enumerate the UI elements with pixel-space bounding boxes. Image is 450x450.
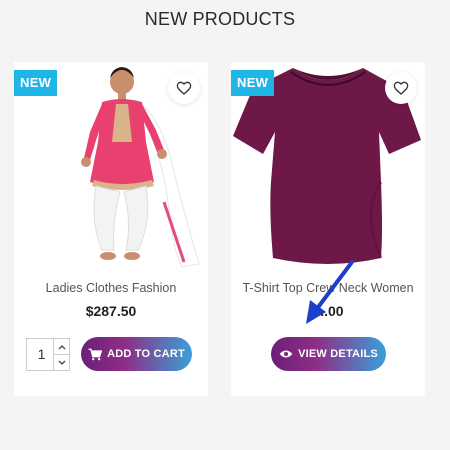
shopping-cart-icon <box>88 348 103 360</box>
add-to-cart-label: ADD TO CART <box>107 348 185 360</box>
view-details-button[interactable]: VIEW DETAILS <box>271 337 386 371</box>
heart-icon <box>176 81 192 95</box>
wishlist-button[interactable] <box>168 72 200 104</box>
new-badge: NEW <box>231 70 275 96</box>
add-to-cart-button[interactable]: ADD TO CART <box>81 337 192 371</box>
product-price: $287.50 <box>85 303 137 319</box>
section-title: NEW PRODUCTS <box>144 9 296 29</box>
quantity-increase-button[interactable] <box>53 339 69 355</box>
pointer-arrow-icon <box>306 260 354 324</box>
new-badge: NEW <box>14 70 58 96</box>
chevron-up-icon <box>58 344 65 349</box>
quantity-stepper[interactable]: 1 <box>26 338 70 371</box>
quantity-input[interactable]: 1 <box>27 339 56 370</box>
view-details-label: VIEW DETAILS <box>298 348 378 360</box>
quantity-decrease-button[interactable] <box>53 355 69 370</box>
heart-icon <box>393 81 409 95</box>
product-card: NEW Ladies Clothes Fashion $287.50 1 ADD… <box>14 62 208 396</box>
product-name[interactable]: Ladies Clothes Fashion <box>14 281 208 295</box>
product-card: NEW T-Shirt Top Crew Neck Women $..00 VI… <box>231 62 425 396</box>
wishlist-button[interactable] <box>385 72 417 104</box>
chevron-down-icon <box>58 360 65 365</box>
eye-icon <box>279 350 293 358</box>
